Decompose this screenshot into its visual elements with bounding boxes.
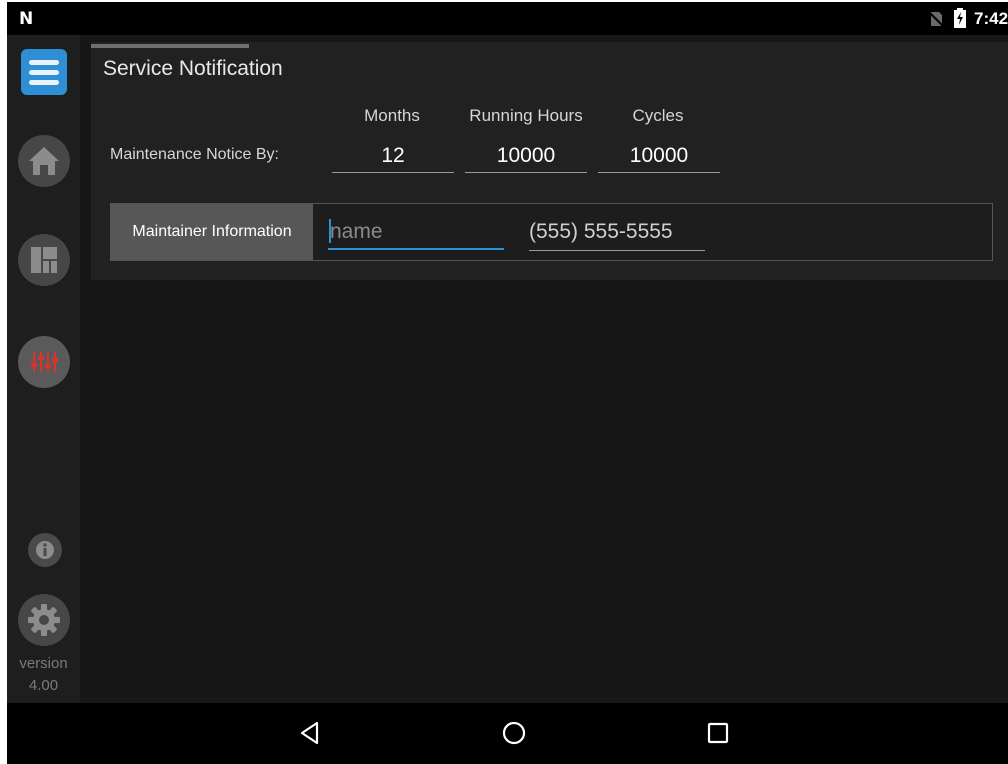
back-button[interactable] <box>294 717 326 749</box>
recents-icon <box>707 722 729 744</box>
sliders-icon <box>31 352 58 372</box>
home-button[interactable] <box>18 135 70 187</box>
menu-button[interactable] <box>21 49 67 95</box>
recents-button[interactable] <box>702 717 734 749</box>
navigation-bar <box>7 703 1008 764</box>
months-input[interactable]: 12 <box>332 142 454 173</box>
home-circle-icon <box>502 721 526 745</box>
info-icon <box>36 541 54 559</box>
dashboard-button[interactable] <box>18 234 70 286</box>
battery-charging-icon <box>954 8 966 28</box>
maintainer-name-input[interactable]: name <box>328 216 504 250</box>
column-header-months: Months <box>364 106 420 125</box>
running-hours-input[interactable]: 10000 <box>465 142 587 173</box>
version-number: 4.00 <box>28 677 59 694</box>
sidebar: version 4.00 <box>7 35 80 703</box>
maintainer-phone-input[interactable]: (555) 555-5555 <box>529 216 705 251</box>
version-label: version <box>19 655 68 672</box>
home-icon <box>29 147 59 175</box>
no-sim-icon <box>928 11 944 27</box>
maintenance-notice-label: Maintenance Notice By: <box>110 146 279 163</box>
android-screen: N 7:42 version 4.00 Service Notification… <box>7 2 1008 764</box>
gear-button[interactable] <box>18 594 70 646</box>
name-placeholder: name <box>330 220 383 243</box>
text-cursor <box>329 219 331 243</box>
cycles-input[interactable]: 10000 <box>598 142 720 173</box>
column-header-cycles: Cycles <box>632 106 684 125</box>
dashboard-icon <box>31 247 57 273</box>
column-header-running-hours: Running Hours <box>469 106 583 125</box>
page-title: Service Notification <box>103 57 283 80</box>
maintainer-info-box: Maintainer Information name (555) 555-55… <box>110 203 993 261</box>
status-clock: 7:42 <box>974 9 1008 28</box>
home-nav-button[interactable] <box>498 717 530 749</box>
panel-tab-indicator <box>91 44 249 48</box>
sliders-button[interactable] <box>18 336 70 388</box>
gear-icon <box>28 604 60 636</box>
hamburger-menu-icon <box>29 59 59 65</box>
maintainer-info-label: Maintainer Information <box>111 204 313 260</box>
notification-logo-icon: N <box>19 9 34 29</box>
back-icon <box>300 721 319 745</box>
info-button[interactable] <box>28 533 62 567</box>
status-bar: N 7:42 <box>7 2 1008 35</box>
